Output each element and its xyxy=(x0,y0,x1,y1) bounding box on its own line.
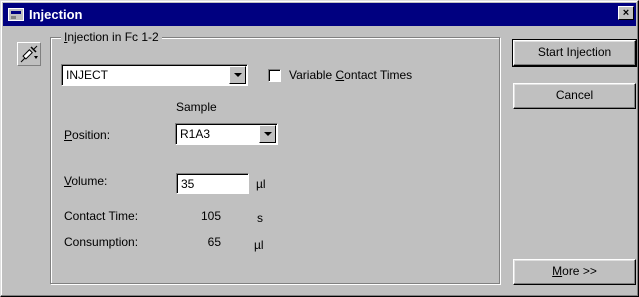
variable-contact-checkbox[interactable] xyxy=(268,69,281,82)
position-select-value: R1A3 xyxy=(180,127,211,141)
consumption-value: 65 xyxy=(207,235,221,249)
group-title: Injection in Fc 1-2 xyxy=(61,29,162,45)
variable-contact-label[interactable]: Variable Contact Times xyxy=(289,67,412,83)
window-title: Injection xyxy=(29,7,83,22)
position-label: Position: xyxy=(64,128,111,142)
app-icon[interactable] xyxy=(8,8,24,21)
contact-time-label: Contact Time: xyxy=(64,209,139,223)
cancel-button[interactable]: Cancel xyxy=(513,83,636,109)
contact-time-value: 105 xyxy=(200,209,221,223)
injection-dialog: Injection × Injection in Fc 1-2 INJECT V… xyxy=(0,0,639,297)
syringe-icon xyxy=(17,42,41,66)
volume-unit: µl xyxy=(256,177,266,191)
close-icon[interactable]: × xyxy=(618,6,634,20)
volume-input[interactable] xyxy=(176,173,249,194)
title-bar[interactable]: Injection × xyxy=(3,3,636,26)
contact-time-unit: s xyxy=(257,211,263,225)
start-injection-button[interactable]: Start Injection xyxy=(512,39,637,67)
chevron-down-icon[interactable] xyxy=(259,125,276,143)
consumption-label: Consumption: xyxy=(64,235,139,249)
consumption-unit: µl xyxy=(254,238,264,252)
volume-label: Volume: xyxy=(64,174,108,188)
command-select-value: INJECT xyxy=(66,68,108,82)
position-select[interactable]: R1A3 xyxy=(175,123,278,145)
more-button[interactable]: More >> xyxy=(513,259,636,285)
sample-header: Sample xyxy=(176,100,217,114)
chevron-down-icon[interactable] xyxy=(229,66,246,84)
command-select[interactable]: INJECT xyxy=(61,64,248,86)
